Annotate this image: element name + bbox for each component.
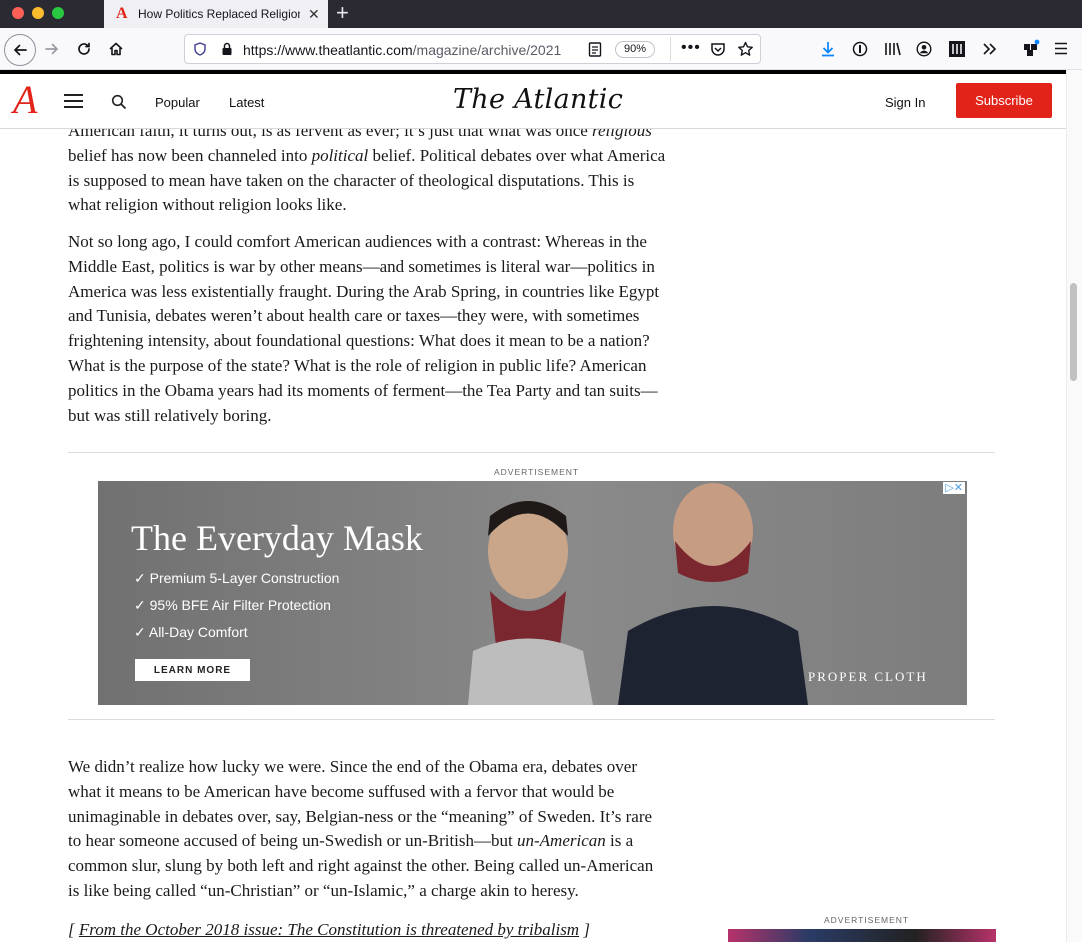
ad-bullet: ✓ 95% BFE Air Filter Protection: [134, 597, 331, 613]
extension-circle-icon[interactable]: [852, 41, 868, 57]
bracket-close: ]: [579, 920, 590, 939]
atlantic-logo[interactable]: A: [13, 80, 37, 120]
browser-tab-active[interactable]: A How Politics Replaced Religion ✕: [104, 0, 328, 28]
related-article-link: [ From the October 2018 issue: The Const…: [68, 918, 668, 942]
account-icon[interactable]: [916, 41, 932, 57]
ad-bullet: ✓ All-Day Comfort: [134, 624, 248, 640]
ad-top-divider: [68, 452, 995, 453]
url-host: https://www.theatlantic.com: [243, 42, 413, 58]
new-tab-button[interactable]: +: [336, 2, 349, 24]
zoom-level-badge[interactable]: 90%: [615, 41, 655, 58]
page-scrollbar-thumb[interactable]: [1070, 283, 1077, 381]
library-icon[interactable]: [884, 41, 902, 57]
browser-toolbar: https://www.theatlantic.com/magazine/arc…: [0, 28, 1082, 70]
article-paragraph: Not so long ago, I could comfort America…: [68, 232, 660, 425]
tab-close-icon[interactable]: ✕: [308, 6, 320, 23]
ad-bottom-divider: [68, 719, 995, 720]
emphasis-text: un-American: [517, 831, 606, 851]
extensions-puzzle-icon[interactable]: [1022, 39, 1040, 57]
ad-brand-name: PROPER CLOTH: [808, 669, 928, 684]
overflow-chevrons-icon[interactable]: [982, 42, 998, 56]
site-wordmark[interactable]: The Atlantic: [453, 84, 623, 115]
window-minimize-button[interactable]: [32, 7, 44, 19]
page-scrollbar-track[interactable]: [1066, 70, 1082, 942]
url-path: /magazine/archive/2021: [412, 42, 562, 58]
tab-title: How Politics Replaced Religion: [138, 7, 300, 21]
lock-icon: [222, 42, 232, 55]
ad-choices-icon[interactable]: ▷✕: [943, 482, 965, 494]
sidebar-ad-banner[interactable]: [728, 929, 996, 942]
url-bar[interactable]: https://www.theatlantic.com/magazine/arc…: [184, 34, 761, 64]
back-button[interactable]: [4, 34, 36, 66]
paragraph-text: belief has now been channeled into: [68, 145, 312, 165]
bracket-open: [: [68, 920, 79, 939]
home-button[interactable]: [102, 35, 130, 63]
article-paragraph: American faith, it turns out, is as ferv…: [68, 129, 668, 218]
forward-button[interactable]: [38, 35, 66, 63]
ad-bullet-text: 95% BFE Air Filter Protection: [149, 597, 331, 613]
related-link-text[interactable]: From the October 2018 issue: The Constit…: [79, 920, 579, 939]
nav-link-popular[interactable]: Popular: [155, 95, 200, 110]
urlbar-divider: [670, 37, 671, 61]
ad-bullet-text: Premium 5-Layer Construction: [149, 570, 340, 586]
atlantic-favicon-icon: A: [116, 5, 128, 22]
paragraph-text: American faith, it turns out, is as ferv…: [68, 129, 593, 140]
extension-square-icon[interactable]: [948, 40, 966, 58]
emphasis-text: religious: [592, 129, 652, 140]
reader-view-icon: [588, 42, 602, 57]
browser-tab-bar: A How Politics Replaced Religion ✕ +: [0, 0, 1082, 28]
window-close-button[interactable]: [12, 7, 24, 19]
ad-label: ADVERTISEMENT: [494, 467, 580, 477]
site-header: A Popular Latest The Atlantic Sign In Su…: [0, 70, 1066, 129]
ad-learn-more-button[interactable]: LEARN MORE: [135, 659, 250, 681]
window-maximize-button[interactable]: [52, 7, 64, 19]
reload-button[interactable]: [70, 35, 98, 63]
tracking-shield-icon: [194, 42, 206, 56]
sign-in-link[interactable]: Sign In: [885, 95, 925, 110]
hamburger-menu-icon[interactable]: [1054, 42, 1068, 55]
advertisement-banner[interactable]: The Everyday Mask ✓ Premium 5-Layer Cons…: [98, 481, 967, 705]
nav-link-latest[interactable]: Latest: [229, 95, 264, 110]
search-icon[interactable]: [111, 94, 127, 110]
sidebar-ad-label: ADVERTISEMENT: [824, 915, 910, 925]
article-content: American faith, it turns out, is as ferv…: [0, 129, 1066, 942]
arrow-left-icon: [14, 44, 27, 56]
article-paragraph: We didn’t realize how lucky we were. Sin…: [68, 755, 668, 904]
page-actions-icon[interactable]: •••: [681, 39, 701, 57]
downloads-icon[interactable]: [820, 41, 836, 57]
arrow-right-icon: [45, 43, 58, 55]
site-menu-icon[interactable]: [64, 94, 83, 112]
home-icon: [109, 42, 123, 56]
url-text[interactable]: https://www.theatlantic.com/magazine/arc…: [243, 42, 579, 58]
emphasis-text: political: [311, 145, 369, 165]
bookmark-star-icon: [738, 41, 753, 56]
ad-title: The Everyday Mask: [131, 518, 423, 558]
pocket-icon: [711, 43, 725, 56]
ad-bullet: ✓ Premium 5-Layer Construction: [134, 570, 340, 586]
ad-bullet-text: All-Day Comfort: [148, 624, 248, 640]
reload-icon: [78, 42, 90, 55]
subscribe-button[interactable]: Subscribe: [956, 83, 1052, 118]
